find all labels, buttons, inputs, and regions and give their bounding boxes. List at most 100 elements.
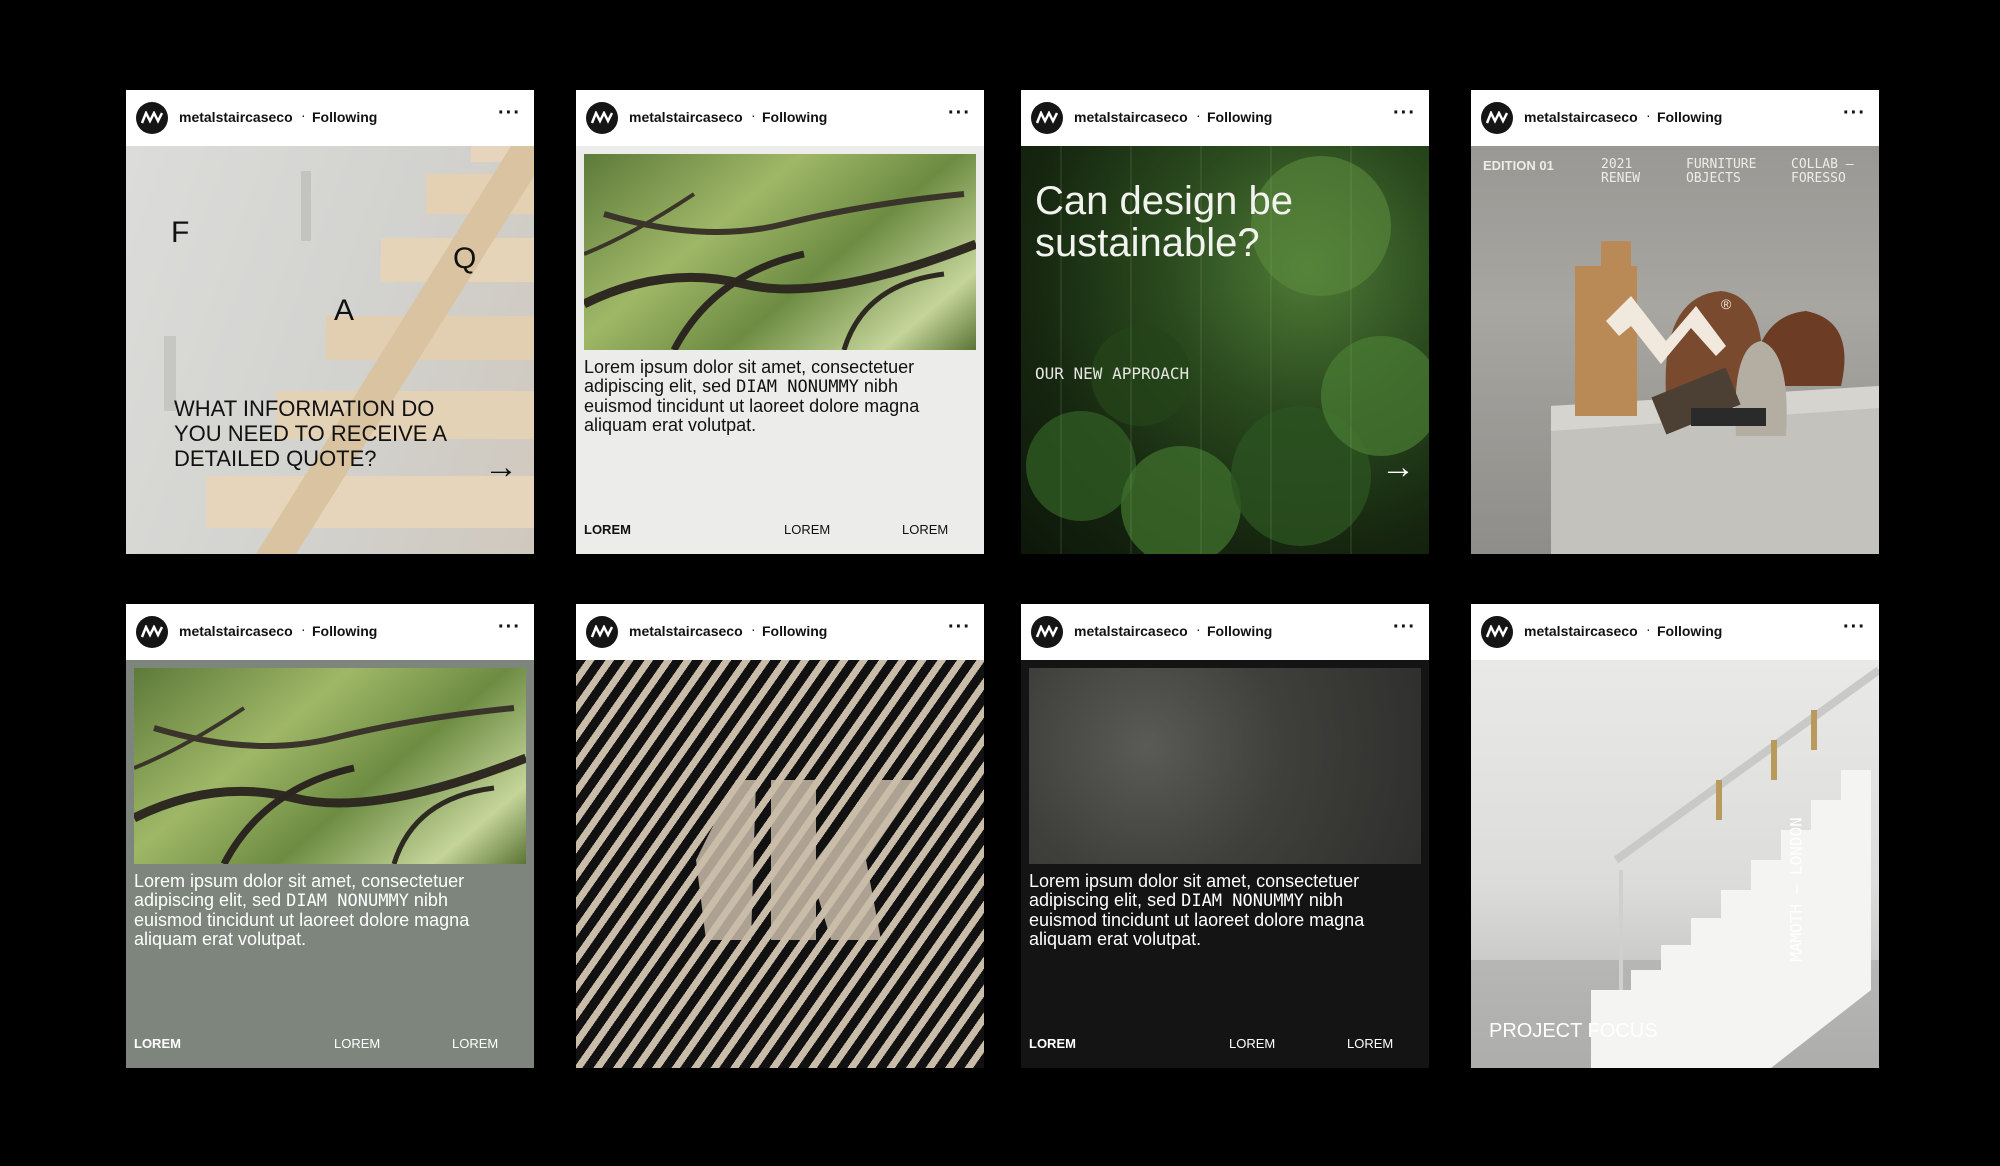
- lorem-paragraph: Lorem ipsum dolor sit amet, consectetuer…: [134, 872, 514, 949]
- footer-link-1[interactable]: LOREM: [584, 522, 631, 537]
- more-options-icon[interactable]: ···: [498, 616, 521, 639]
- arrow-right-icon[interactable]: →: [484, 448, 518, 487]
- separator: ·: [1646, 621, 1651, 637]
- mirrored-logo-shape: [696, 780, 921, 940]
- footer-link-2[interactable]: LOREM: [334, 1036, 380, 1051]
- separator: ·: [1646, 107, 1651, 123]
- arrow-right-icon[interactable]: →: [1381, 448, 1415, 487]
- more-options-icon[interactable]: ···: [1843, 616, 1866, 639]
- registered-mark: ®: [1721, 296, 1732, 312]
- avatar[interactable]: [586, 616, 618, 648]
- tag-furniture: FURNITURE OBJECTS: [1686, 157, 1757, 186]
- footer-link-3[interactable]: LOREM: [902, 522, 948, 537]
- lorem-mono: DIAM NONUMMY: [286, 891, 409, 911]
- tag-collab: COLLAB — FORESSO: [1791, 157, 1854, 186]
- tree-canopy-image: [584, 154, 976, 350]
- wave-logo-icon: [1486, 625, 1508, 638]
- post-header: metalstaircaseco · Following ···: [1471, 604, 1879, 660]
- more-options-icon[interactable]: ···: [948, 102, 971, 125]
- footer-link-3[interactable]: LOREM: [452, 1036, 498, 1051]
- avatar[interactable]: [1031, 102, 1063, 134]
- separator: ·: [1196, 621, 1201, 637]
- username[interactable]: metalstaircaseco: [1074, 623, 1188, 639]
- username[interactable]: metalstaircaseco: [179, 623, 293, 639]
- following-label[interactable]: Following: [762, 623, 827, 639]
- vertical-location-label: MAMOTH — LONDON: [1786, 817, 1806, 962]
- footer-link-1[interactable]: LOREM: [134, 1036, 181, 1051]
- following-label[interactable]: Following: [312, 623, 377, 639]
- faq-letter-f: F: [171, 216, 190, 249]
- following-label[interactable]: Following: [1657, 623, 1722, 639]
- white-staircase: [1471, 666, 1879, 1068]
- headline: Can design be sustainable?: [1035, 179, 1293, 265]
- avatar[interactable]: [586, 102, 618, 134]
- following-label[interactable]: Following: [1657, 109, 1722, 125]
- post-body: Lorem ipsum dolor sit amet, consectetuer…: [1021, 660, 1429, 1068]
- tag-renew: 2021 RENEW: [1601, 157, 1641, 186]
- post-lorem-stone-dark[interactable]: metalstaircaseco · Following ··· Lorem i…: [1021, 604, 1429, 1068]
- post-image: F Q A WHAT INFORMATION DO YOU NEED TO RE…: [126, 146, 534, 554]
- project-focus-label: PROJECT FOCUS: [1489, 1020, 1658, 1042]
- subline: OUR NEW APPROACH: [1035, 364, 1190, 383]
- separator: ·: [301, 621, 306, 637]
- stone-texture-image: [1029, 668, 1421, 864]
- avatar[interactable]: [136, 102, 168, 134]
- forest-image: Can design be sustainable? OUR NEW APPRO…: [1021, 146, 1429, 554]
- following-label[interactable]: Following: [1207, 623, 1272, 639]
- separator: ·: [1196, 107, 1201, 123]
- following-label[interactable]: Following: [762, 109, 827, 125]
- striped-logo-graphic: [576, 660, 984, 1068]
- avatar[interactable]: [1031, 616, 1063, 648]
- more-options-icon[interactable]: ···: [498, 102, 521, 125]
- following-label[interactable]: Following: [1207, 109, 1272, 125]
- footer-link-2[interactable]: LOREM: [784, 522, 830, 537]
- tree-branches: [584, 191, 976, 350]
- faq-letter-a: A: [334, 294, 355, 327]
- post-lorem-tree-sage[interactable]: metalstaircaseco · Following ··· Lorem i…: [126, 604, 534, 1068]
- username[interactable]: metalstaircaseco: [1074, 109, 1188, 125]
- username[interactable]: metalstaircaseco: [179, 109, 293, 125]
- more-options-icon[interactable]: ···: [1393, 616, 1416, 639]
- faq-letter-q: Q: [453, 242, 477, 275]
- username[interactable]: metalstaircaseco: [629, 109, 743, 125]
- post-project-focus[interactable]: metalstaircaseco · Following ··· PROJECT…: [1471, 604, 1879, 1068]
- avatar[interactable]: [1481, 102, 1513, 134]
- username[interactable]: metalstaircaseco: [629, 623, 743, 639]
- post-stripe-logo[interactable]: metalstaircaseco · Following ···: [576, 604, 984, 1068]
- footer-link-2[interactable]: LOREM: [1229, 1036, 1275, 1051]
- tree-branches: [134, 705, 526, 864]
- more-options-icon[interactable]: ···: [948, 616, 971, 639]
- footer-link-1[interactable]: LOREM: [1029, 1036, 1076, 1051]
- following-label[interactable]: Following: [312, 109, 377, 125]
- post-header: metalstaircaseco · Following ···: [576, 604, 984, 660]
- post-header: metalstaircaseco · Following ···: [576, 90, 984, 146]
- separator: ·: [751, 621, 756, 637]
- lorem-paragraph: Lorem ipsum dolor sit amet, consectetuer…: [584, 358, 964, 435]
- post-header: metalstaircaseco · Following ···: [126, 604, 534, 660]
- post-body: Lorem ipsum dolor sit amet, consectetuer…: [126, 660, 534, 1068]
- post-edition[interactable]: metalstaircaseco · Following ··· ® EDITI…: [1471, 90, 1879, 554]
- wave-logo-icon: [1036, 625, 1058, 638]
- more-options-icon[interactable]: ···: [1393, 102, 1416, 125]
- wave-logo-icon: [141, 111, 163, 124]
- lorem-mono: DIAM NONUMMY: [736, 377, 859, 397]
- avatar[interactable]: [1481, 616, 1513, 648]
- post-sustainable[interactable]: metalstaircaseco · Following ··· Can des…: [1021, 90, 1429, 554]
- separator: ·: [751, 107, 756, 123]
- wave-logo-icon: [1036, 111, 1058, 124]
- post-header: metalstaircaseco · Following ···: [1471, 90, 1879, 146]
- wave-logo-icon: [1486, 111, 1508, 124]
- more-options-icon[interactable]: ···: [1843, 102, 1866, 125]
- username[interactable]: metalstaircaseco: [1524, 109, 1638, 125]
- avatar[interactable]: [136, 616, 168, 648]
- post-header: metalstaircaseco · Following ···: [1021, 604, 1429, 660]
- tag-edition: EDITION 01: [1483, 158, 1554, 173]
- username[interactable]: metalstaircaseco: [1524, 623, 1638, 639]
- post-lorem-tree-light[interactable]: metalstaircaseco · Following ··· Lorem i…: [576, 90, 984, 554]
- footer-link-3[interactable]: LOREM: [1347, 1036, 1393, 1051]
- wave-logo-icon: [591, 625, 613, 638]
- wave-logo-icon: [141, 625, 163, 638]
- tree-canopy-image: [134, 668, 526, 864]
- lorem-paragraph: Lorem ipsum dolor sit amet, consectetuer…: [1029, 872, 1409, 949]
- post-faq[interactable]: metalstaircaseco · Following ··· F Q A W…: [126, 90, 534, 554]
